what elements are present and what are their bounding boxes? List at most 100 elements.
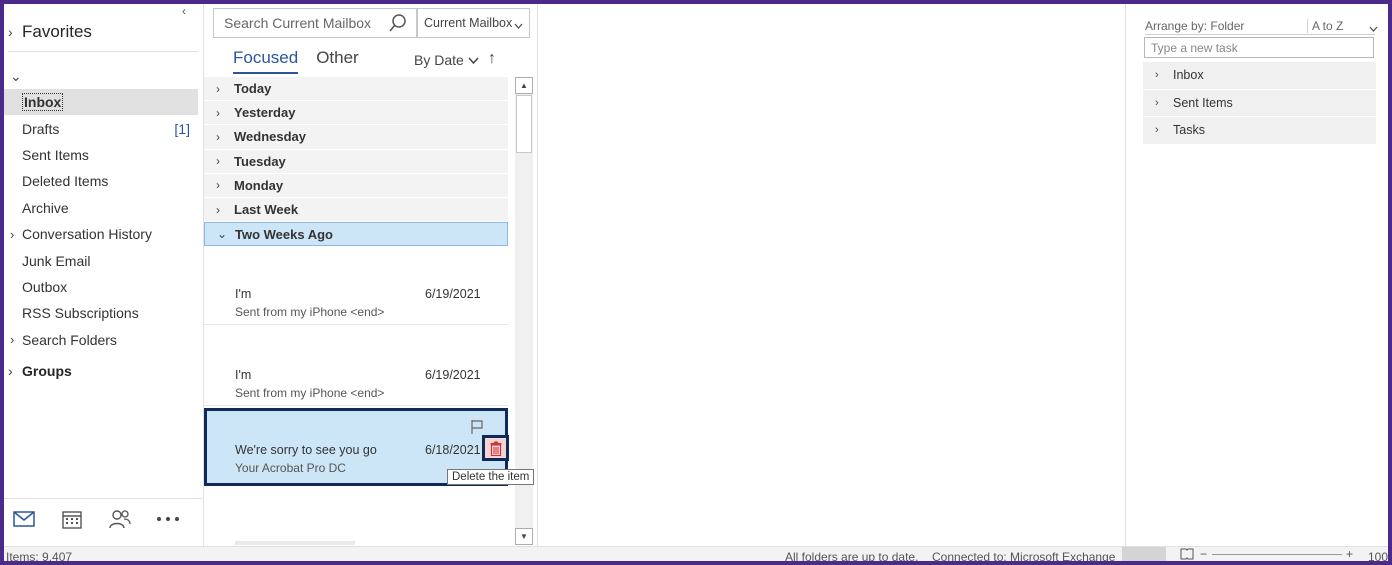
message-item-partial (235, 541, 355, 545)
group-header-tuesday[interactable]: › Tuesday (204, 149, 508, 174)
delete-tooltip: Delete the item (447, 469, 535, 485)
more-icon[interactable] (156, 507, 180, 531)
chevron-down-icon[interactable]: ⌄ (10, 68, 22, 85)
folder-label: Outbox (22, 278, 68, 295)
search-placeholder: Search Current Mailbox (224, 15, 372, 31)
favorites-label: Favorites (22, 22, 92, 41)
groups-label: Groups (22, 363, 72, 379)
group-label: Today (234, 81, 272, 97)
module-nav-bar (4, 498, 202, 538)
folder-item-conversation-history[interactable]: › Conversation History (4, 221, 198, 247)
todo-group-inbox[interactable]: › Inbox (1143, 62, 1376, 90)
folder-label: Deleted Items (22, 173, 109, 190)
delete-button[interactable] (482, 435, 509, 461)
todo-group-label: Inbox (1173, 68, 1204, 83)
group-label: Last Week (234, 202, 299, 218)
tab-other[interactable]: Other (316, 48, 359, 74)
favorites-header[interactable]: › Favorites (8, 22, 92, 42)
message-item[interactable]: I'm Sent from my iPhone <end> 6/19/2021 (204, 328, 508, 406)
todo-group-label: Tasks (1173, 123, 1205, 138)
folder-item-sent-items[interactable]: Sent Items (4, 142, 198, 168)
divider (1145, 34, 1375, 35)
new-task-input[interactable]: Type a new task (1144, 37, 1374, 58)
scrollbar-thumb[interactable] (516, 95, 532, 153)
new-task-placeholder: Type a new task (1151, 40, 1238, 55)
normal-view-button[interactable] (1122, 547, 1166, 561)
folder-item-drafts[interactable]: Drafts [1] (4, 115, 198, 141)
groups-header[interactable]: › Groups (8, 363, 72, 379)
message-preview: Your Acrobat Pro DC (235, 461, 346, 475)
message-date: 6/19/2021 (425, 287, 481, 301)
chevron-down-icon (514, 18, 523, 32)
search-icon[interactable] (388, 13, 408, 36)
message-subject: We're sorry to see you go (235, 443, 377, 457)
search-scope-value: Current Mailbox (424, 16, 513, 30)
folder-item-outbox[interactable]: Outbox (4, 274, 198, 300)
chevron-right-icon[interactable]: › (10, 332, 14, 347)
group-header-two-weeks-ago[interactable]: ⌄ Two Weeks Ago (204, 222, 508, 247)
chevron-right-icon: › (216, 154, 220, 169)
zoom-level[interactable]: 100 (1368, 550, 1388, 561)
zoom-slider[interactable] (1212, 554, 1342, 555)
group-header-wednesday[interactable]: › Wednesday (204, 125, 508, 150)
folder-item-junk-email[interactable]: Junk Email (4, 247, 198, 273)
search-scope-dropdown[interactable]: Current Mailbox (417, 8, 530, 38)
sort-direction-icon[interactable]: ↑ (488, 50, 496, 68)
message-groups: › Today › Yesterday › Wednesday › Tuesday › M… (204, 77, 508, 247)
unread-count: [1] (174, 120, 190, 137)
people-icon[interactable] (108, 507, 132, 531)
mail-icon[interactable] (12, 507, 36, 531)
calendar-icon[interactable] (60, 507, 84, 531)
item-count: Items: 9,407 (6, 550, 73, 561)
folder-item-search-folders[interactable]: › Search Folders (4, 327, 198, 353)
arrange-by-header[interactable]: Arrange by: Folder A to Z (1145, 19, 1385, 33)
scroll-down-icon[interactable]: ▼ (515, 528, 533, 545)
connection-status: Connected to: Microsoft Exchange (932, 550, 1116, 561)
folder-label: Drafts (22, 120, 60, 137)
folder-item-archive[interactable]: Archive (4, 195, 198, 221)
chevron-right-icon: › (1155, 124, 1159, 137)
sort-order-label[interactable]: A to Z (1307, 19, 1343, 33)
todo-pane: Arrange by: Folder A to Z Type a new tas… (1127, 4, 1388, 547)
chevron-right-icon: › (216, 105, 220, 120)
folder-item-rss-subscriptions[interactable]: RSS Subscriptions (4, 300, 198, 326)
folder-list: Inbox Drafts [1] Sent Items Deleted Items… (4, 89, 198, 353)
chevron-right-icon[interactable]: › (10, 227, 14, 242)
message-preview: Sent from my iPhone <end> (235, 305, 385, 319)
group-header-monday[interactable]: › Monday (204, 173, 508, 198)
todo-groups: › Inbox › Sent Items › Tasks (1143, 62, 1376, 145)
message-list-pane: Search Current Mailbox Current Mailbox F… (204, 4, 538, 547)
reading-view-icon[interactable] (1180, 548, 1194, 561)
zoom-in-icon[interactable]: + (1346, 547, 1353, 561)
group-label: Two Weeks Ago (235, 226, 333, 242)
group-header-today[interactable]: › Today (204, 77, 508, 102)
group-label: Tuesday (234, 153, 286, 169)
message-item[interactable]: I'm Sent from my iPhone <end> 6/19/2021 (204, 247, 508, 325)
message-date: 6/18/2021 (425, 443, 481, 457)
chevron-right-icon: › (8, 363, 13, 379)
search-input[interactable]: Search Current Mailbox (213, 8, 417, 38)
sort-dropdown[interactable]: By Date (414, 52, 479, 68)
todo-group-tasks[interactable]: › Tasks (1143, 117, 1376, 145)
folder-label: Junk Email (22, 252, 91, 269)
todo-group-sent-items[interactable]: › Sent Items (1143, 89, 1376, 118)
group-label: Wednesday (234, 129, 307, 145)
chevron-right-icon: › (216, 178, 220, 193)
chevron-down-icon[interactable] (1369, 21, 1378, 35)
reading-pane (539, 4, 1126, 547)
collapse-pane-icon[interactable]: ‹ (182, 4, 186, 18)
folder-label: Sent Items (22, 146, 89, 163)
zoom-out-icon[interactable]: − (1200, 547, 1207, 561)
chevron-right-icon: › (1155, 96, 1159, 109)
chevron-right-icon: › (216, 202, 220, 217)
folder-pane: ‹ › Favorites ⌄ Inbox Drafts [1] Sent Ite… (4, 4, 204, 547)
folder-label: RSS Subscriptions (22, 305, 139, 322)
group-header-last-week[interactable]: › Last Week (204, 197, 508, 223)
folder-label: Inbox (22, 93, 64, 112)
chevron-right-icon: › (216, 81, 220, 96)
folder-item-deleted-items[interactable]: Deleted Items (4, 168, 198, 194)
folder-item-inbox[interactable]: Inbox (4, 89, 198, 116)
tab-focused[interactable]: Focused (233, 48, 299, 74)
group-header-yesterday[interactable]: › Yesterday (204, 101, 508, 126)
scroll-up-icon[interactable]: ▲ (515, 77, 533, 94)
